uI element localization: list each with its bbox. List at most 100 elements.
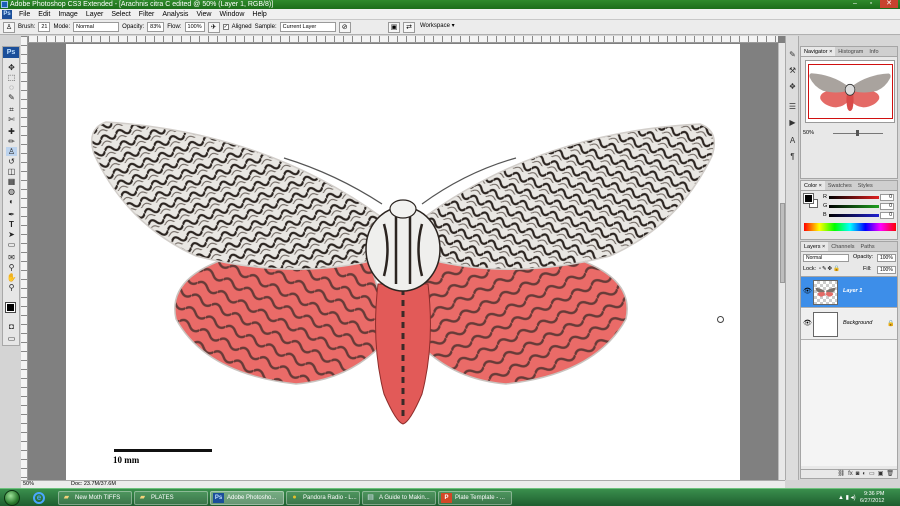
opacity-field[interactable]: 83% — [147, 22, 165, 32]
photoshop-logo[interactable]: Ps — [3, 47, 19, 58]
menu-layer[interactable]: Layer — [82, 9, 108, 20]
lasso-tool-icon[interactable]: ◌ — [6, 83, 17, 92]
menu-view[interactable]: View — [192, 9, 215, 20]
internet-explorer-icon[interactable]: e — [33, 492, 45, 504]
ignore-adjustment-icon[interactable]: ⊘ — [338, 21, 351, 33]
paragraph-icon[interactable]: ¶ — [788, 152, 797, 161]
gradient-tool-icon[interactable]: ▦ — [6, 177, 17, 186]
navigator-thumbnail[interactable] — [805, 60, 895, 123]
channel-value[interactable]: 0 — [880, 203, 894, 210]
layer-opacity-field[interactable]: 100% — [877, 254, 896, 262]
fill-field[interactable]: 100% — [877, 266, 896, 274]
horizontal-ruler[interactable] — [28, 36, 778, 43]
sample-select[interactable]: Current Layer — [279, 22, 336, 32]
crop-tool-icon[interactable]: ⌗ — [6, 105, 17, 114]
healing-brush-tool-icon[interactable]: ✚ — [6, 127, 17, 136]
menu-window[interactable]: Window — [215, 9, 248, 20]
layer-row[interactable]: 👁 Layer 1 — [801, 277, 897, 308]
character-icon[interactable]: A — [788, 136, 797, 145]
bridge-icon[interactable]: ⇄ — [403, 22, 415, 33]
document-size-info[interactable]: Doc: 23.7M/37.6M — [71, 481, 116, 488]
tab-layers[interactable]: Layers × — [801, 242, 829, 251]
shape-tool-icon[interactable]: ▭ — [6, 240, 17, 249]
zoom-level[interactable]: 50% — [23, 481, 34, 488]
tab-color[interactable]: Color × — [801, 181, 825, 190]
navigator-zoom-handle[interactable] — [856, 130, 859, 136]
new-group-icon[interactable]: ▭ — [869, 470, 875, 478]
hand-tool-icon[interactable]: ✋ — [6, 273, 17, 282]
app-menu-badge[interactable]: Ps — [2, 9, 12, 19]
eraser-tool-icon[interactable]: ◫ — [6, 167, 17, 176]
navigator-view-box[interactable] — [808, 64, 893, 119]
taskbar-item-pandora[interactable]: ● Pandora Radio - L... — [286, 491, 360, 505]
clone-stamp-tool-icon[interactable]: ♙ — [6, 147, 17, 156]
layer-name[interactable]: Layer 1 — [843, 288, 862, 294]
channel-slider[interactable] — [829, 205, 879, 208]
tab-info[interactable]: Info — [866, 47, 881, 56]
blur-tool-icon[interactable]: ◍ — [6, 187, 17, 196]
menu-help[interactable]: Help — [248, 9, 270, 20]
panel-foreground-swatch[interactable] — [803, 193, 814, 204]
notes-tool-icon[interactable]: ✉ — [6, 253, 17, 262]
taskbar-item-new-moth-tiffs[interactable]: ▰ New Moth TIFFS — [58, 491, 132, 505]
quick-select-tool-icon[interactable]: ✎ — [6, 93, 17, 102]
lock-options-icon[interactable]: ▫✎✥🔒 — [819, 265, 841, 274]
flow-field[interactable]: 100% — [184, 22, 205, 32]
menu-edit[interactable]: Edit — [34, 9, 54, 20]
link-layers-icon[interactable]: ⛓ — [837, 470, 845, 478]
menu-file[interactable]: File — [15, 9, 34, 20]
layer-style-icon[interactable]: fx — [848, 470, 853, 478]
vertical-scrollbar[interactable] — [778, 43, 785, 480]
canvas[interactable] — [66, 44, 740, 480]
workspace-menu[interactable]: Workspace ▾ — [420, 22, 455, 29]
menu-select[interactable]: Select — [107, 9, 134, 20]
brushes-icon[interactable]: ✎ — [788, 50, 797, 59]
clock-date[interactable]: 6/27/2012 — [860, 498, 884, 504]
quick-mask-icon[interactable]: ◘ — [6, 322, 17, 331]
visibility-eye-icon[interactable]: 👁 — [803, 320, 812, 328]
menu-image[interactable]: Image — [54, 9, 81, 20]
blend-mode-select[interactable]: Normal — [803, 254, 849, 262]
channel-slider[interactable] — [829, 196, 879, 199]
new-layer-icon[interactable]: ▣ — [878, 470, 884, 478]
close-button[interactable]: ✕ — [880, 0, 898, 8]
tab-histogram[interactable]: Histogram — [835, 47, 866, 56]
screen-mode-icon[interactable]: ▭ — [6, 334, 17, 343]
zoom-tool-icon[interactable]: ⚲ — [6, 283, 17, 292]
path-select-tool-icon[interactable]: ➤ — [6, 230, 17, 239]
tab-navigator[interactable]: Navigator × — [801, 47, 836, 56]
menu-analysis[interactable]: Analysis — [158, 9, 192, 20]
move-tool-icon[interactable]: ✥ — [6, 63, 17, 72]
delete-layer-icon[interactable]: 🗑 — [886, 470, 894, 478]
airbrush-icon[interactable]: ✈ — [207, 21, 220, 33]
tab-styles[interactable]: Styles — [855, 181, 876, 190]
clock-time[interactable]: 9:36 PM — [864, 491, 884, 497]
tool-presets-icon[interactable]: ⚒ — [788, 66, 797, 75]
brush-tool-icon[interactable]: ✏ — [6, 137, 17, 146]
visibility-eye-icon[interactable]: 👁 — [803, 288, 812, 296]
pen-tool-icon[interactable]: ✒ — [6, 210, 17, 219]
history-icon[interactable]: ☰ — [788, 102, 797, 111]
maximize-button[interactable]: ▫ — [864, 0, 878, 8]
mode-select[interactable]: Normal — [73, 22, 120, 32]
marquee-tool-icon[interactable]: ⬚ — [6, 73, 17, 82]
menu-filter[interactable]: Filter — [135, 9, 159, 20]
navigator-zoom-field[interactable]: 50% — [803, 130, 814, 136]
dodge-tool-icon[interactable]: ◐ — [6, 197, 17, 206]
minimize-button[interactable]: – — [848, 0, 862, 8]
channel-value[interactable]: 0 — [880, 194, 894, 201]
tray-icons[interactable]: ▲ ▮ ◂) — [838, 494, 856, 501]
clone-stamp-preset-icon[interactable]: ♙ — [3, 21, 15, 33]
tab-channels[interactable]: Channels — [828, 242, 857, 251]
eyedropper-tool-icon[interactable]: ⚲ — [6, 263, 17, 272]
layer-name[interactable]: Background — [843, 320, 872, 326]
tab-paths[interactable]: Paths — [858, 242, 878, 251]
layer-mask-icon[interactable]: ◙ — [856, 470, 860, 478]
taskbar-item-plates[interactable]: ▰ PLATES — [134, 491, 208, 505]
channel-slider[interactable] — [829, 214, 879, 217]
slice-tool-icon[interactable]: ✄ — [6, 115, 17, 124]
taskbar-item-plate-template[interactable]: P Plate Template - ... — [438, 491, 512, 505]
layer-row[interactable]: 👁 Background 🔒 — [801, 309, 897, 340]
aligned-checkbox[interactable]: ✓ — [222, 24, 229, 30]
taskbar-item-photoshop[interactable]: Ps Adobe Photosho... — [210, 491, 284, 505]
